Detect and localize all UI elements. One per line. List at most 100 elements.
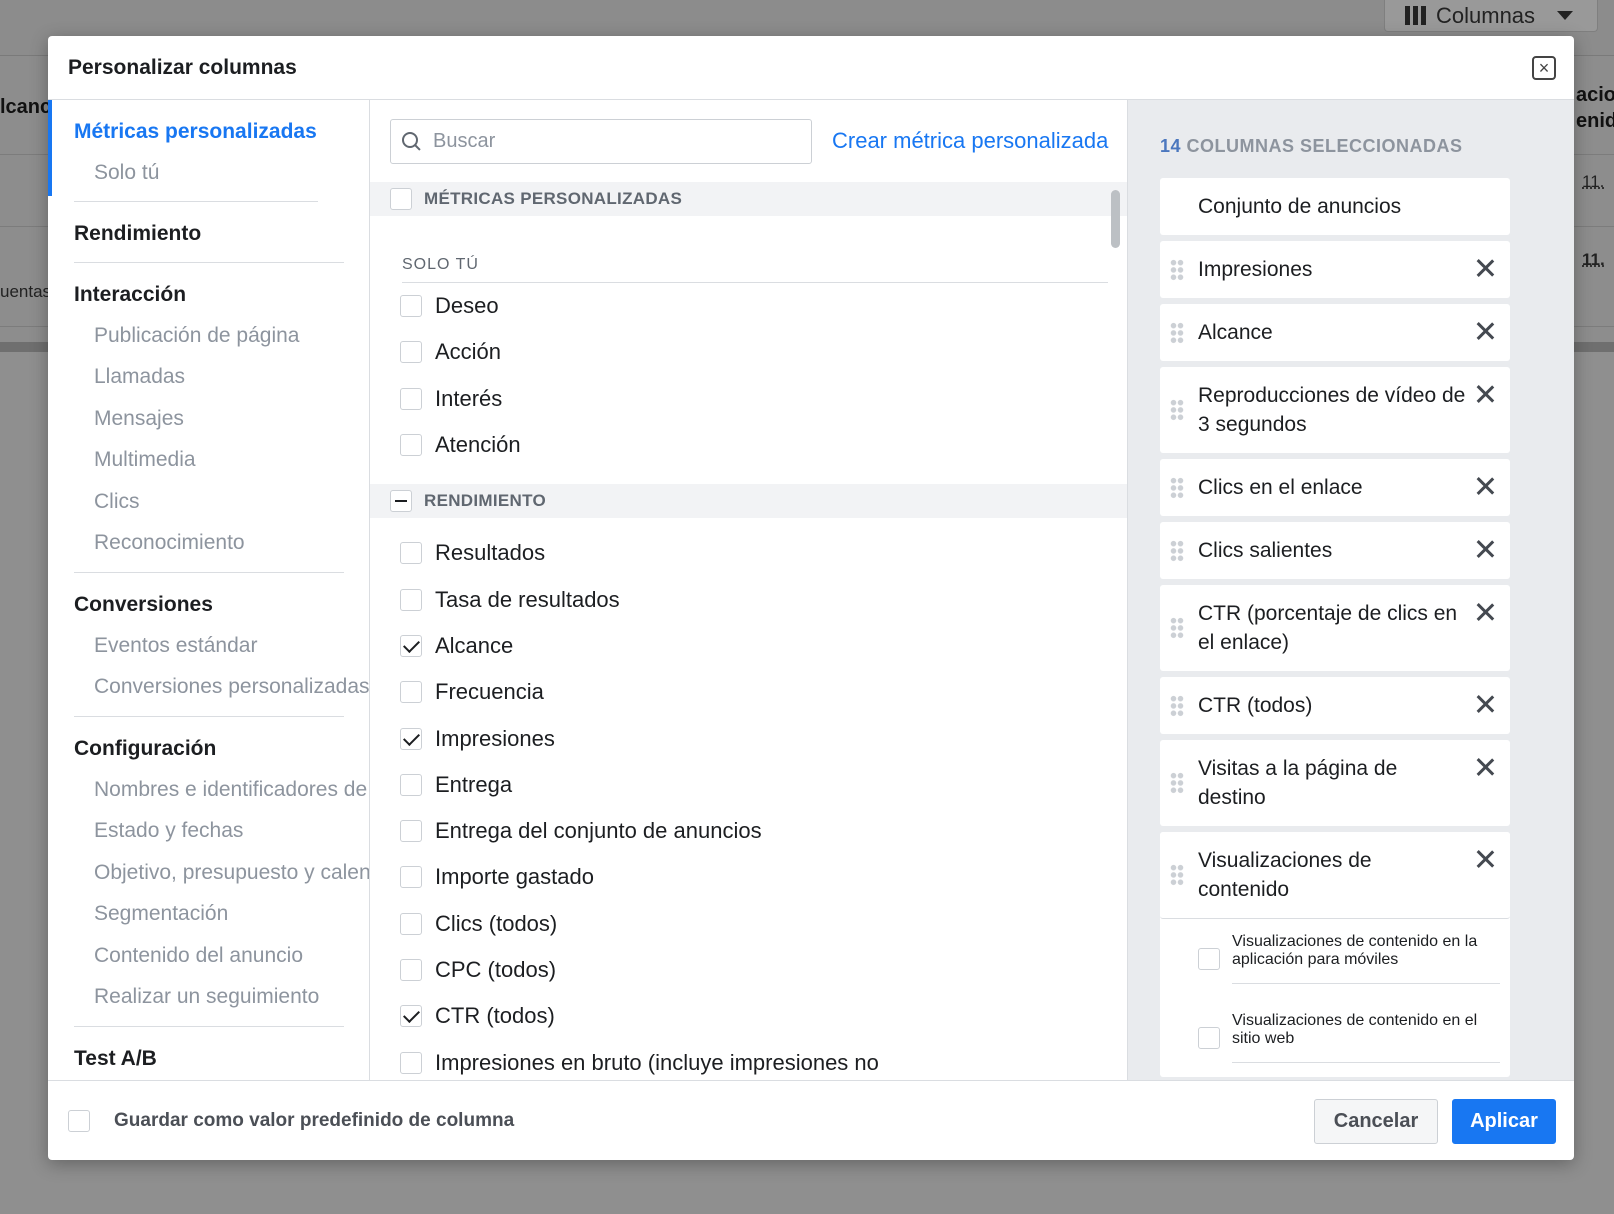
nav-subitem[interactable]: Mensajes	[74, 398, 344, 440]
create-custom-metric-link[interactable]: Crear métrica personalizada	[832, 128, 1108, 154]
nav-heading[interactable]: Interacción	[74, 275, 344, 315]
section-custom-metrics[interactable]: MÉTRICAS PERSONALIZADAS	[370, 182, 1127, 216]
selected-subcolumn[interactable]: Visualizaciones de contenido en el sitio…	[1160, 998, 1510, 1077]
nav-heading[interactable]: Rendimiento	[74, 214, 344, 254]
nav-heading[interactable]: Conversiones	[74, 585, 344, 625]
columns-button[interactable]: Columnas	[1384, 0, 1598, 32]
metric-item[interactable]: CPC (todos)	[370, 947, 1127, 993]
metric-checkbox[interactable]	[400, 1005, 422, 1028]
remove-icon[interactable]	[1476, 603, 1494, 621]
metric-checkbox[interactable]	[400, 773, 422, 796]
remove-icon[interactable]	[1476, 322, 1494, 340]
scrollbar[interactable]	[1111, 190, 1120, 248]
nav-heading[interactable]: Test A/B	[74, 1039, 344, 1079]
remove-icon[interactable]	[1476, 477, 1494, 495]
nav-subitem[interactable]: Nombres e identificadores de	[74, 769, 367, 811]
metric-item[interactable]: Resultados	[370, 530, 1127, 576]
selected-column[interactable]: Clics salientes	[1160, 522, 1510, 579]
nav-subitem[interactable]: Conversiones personalizadas	[74, 666, 369, 708]
subcolumn-checkbox[interactable]	[1198, 1026, 1220, 1049]
metric-checkbox[interactable]	[400, 1051, 422, 1074]
selected-column[interactable]: CTR (porcentaje de clics en el enlace)	[1160, 585, 1510, 671]
remove-icon[interactable]	[1476, 259, 1494, 277]
metric-checkbox[interactable]	[400, 387, 422, 410]
drag-handle-icon[interactable]	[1170, 539, 1184, 562]
columns-button-label: Columnas	[1436, 2, 1536, 28]
metric-item[interactable]: Alcance	[370, 623, 1127, 669]
nav-subitem[interactable]: Realizar un seguimiento	[74, 976, 344, 1018]
selected-column[interactable]: Visitas a la página de destino	[1160, 740, 1510, 826]
metric-item[interactable]: Impresiones en bruto (incluye impresione…	[370, 1039, 1127, 1080]
selected-column[interactable]: Visualizaciones de contenido	[1160, 832, 1510, 919]
metric-checkbox[interactable]	[400, 588, 422, 611]
nav-subitem[interactable]: Clics	[74, 481, 344, 523]
drag-handle-icon[interactable]	[1170, 258, 1184, 281]
metric-item[interactable]: CTR (todos)	[370, 993, 1127, 1039]
nav-subitem[interactable]: Eventos estándar	[74, 625, 344, 667]
selected-column-label: CTR (porcentaje de clics en el enlace)	[1198, 602, 1458, 654]
metric-item[interactable]: Importe gastado	[370, 854, 1127, 900]
section-checkbox[interactable]	[390, 188, 412, 210]
apply-button[interactable]: Aplicar	[1452, 1099, 1556, 1144]
metric-item[interactable]: Interés	[370, 376, 1127, 422]
metric-checkbox[interactable]	[400, 959, 422, 981]
close-icon[interactable]: ×	[1532, 56, 1556, 80]
remove-icon[interactable]	[1476, 385, 1494, 403]
metric-checkbox[interactable]	[400, 681, 422, 704]
nav-heading[interactable]: Configuración	[74, 729, 344, 769]
drag-handle-icon[interactable]	[1170, 864, 1184, 886]
subcolumn-text-wrap: Visualizaciones de contenido en el sitio…	[1232, 1012, 1500, 1063]
metric-item[interactable]: Entrega	[370, 762, 1127, 808]
nav-subitem[interactable]: Estado y fechas	[74, 810, 344, 852]
metric-item[interactable]: Entrega del conjunto de anuncios	[370, 808, 1127, 854]
nav-subitem[interactable]: Objetivo, presupuesto y calendario	[74, 852, 369, 894]
drag-handle-icon[interactable]	[1170, 694, 1184, 717]
nav-heading[interactable]: Métricas personalizadas	[74, 112, 344, 152]
selected-column[interactable]: Impresiones	[1160, 241, 1510, 298]
metric-checkbox[interactable]	[400, 634, 422, 657]
nav-subitem[interactable]: Contenido del anuncio	[74, 935, 344, 977]
metric-item[interactable]: Impresiones	[370, 715, 1127, 761]
selected-subcolumn[interactable]: Visualizaciones de contenido en la aplic…	[1160, 919, 1510, 998]
selected-column[interactable]: CTR (todos)	[1160, 677, 1510, 734]
cancel-button[interactable]: Cancelar	[1314, 1099, 1438, 1144]
section-performance[interactable]: RENDIMIENTO	[370, 484, 1127, 519]
metric-checkbox[interactable]	[400, 912, 422, 935]
subcolumn-checkbox[interactable]	[1198, 947, 1220, 970]
remove-icon[interactable]	[1476, 758, 1494, 776]
metric-item[interactable]: Tasa de resultados	[370, 576, 1127, 622]
nav-subitem[interactable]: Llamadas	[74, 356, 344, 398]
nav-subitem[interactable]: Solo tú	[74, 152, 344, 194]
drag-handle-icon[interactable]	[1170, 772, 1184, 794]
remove-icon[interactable]	[1476, 695, 1494, 713]
remove-icon[interactable]	[1476, 850, 1494, 868]
search-box[interactable]	[390, 118, 812, 164]
save-preset-checkbox[interactable]	[68, 1109, 90, 1132]
metric-item[interactable]: Frecuencia	[370, 669, 1127, 715]
nav-subitem[interactable]: Segmentación	[74, 893, 344, 935]
metric-item[interactable]: Deseo	[370, 283, 1127, 329]
selected-column[interactable]: Alcance	[1160, 304, 1510, 361]
search-input[interactable]	[433, 129, 793, 153]
metric-checkbox[interactable]	[400, 542, 422, 565]
nav-subitem[interactable]: Publicación de página	[74, 315, 344, 357]
drag-handle-icon[interactable]	[1170, 399, 1184, 421]
metric-checkbox[interactable]	[400, 295, 422, 318]
selected-column[interactable]: Clics en el enlace	[1160, 459, 1510, 516]
drag-handle-icon[interactable]	[1170, 321, 1184, 344]
metric-checkbox[interactable]	[400, 727, 422, 750]
drag-handle-icon[interactable]	[1170, 476, 1184, 499]
metric-item[interactable]: Atención	[370, 422, 1127, 468]
remove-icon[interactable]	[1476, 540, 1494, 558]
drag-handle-icon[interactable]	[1170, 617, 1184, 639]
section-checkbox-partial[interactable]	[390, 490, 412, 513]
nav-subitem[interactable]: Multimedia	[74, 439, 344, 481]
metric-checkbox[interactable]	[400, 341, 422, 364]
metric-checkbox[interactable]	[400, 820, 422, 843]
nav-subitem[interactable]: Reconocimiento	[74, 522, 344, 564]
selected-column[interactable]: Reproducciones de vídeo de 3 segundos	[1160, 367, 1510, 453]
metric-checkbox[interactable]	[400, 866, 422, 889]
metric-checkbox[interactable]	[400, 434, 422, 457]
metric-item[interactable]: Acción	[370, 329, 1127, 375]
metric-item[interactable]: Clics (todos)	[370, 901, 1127, 947]
